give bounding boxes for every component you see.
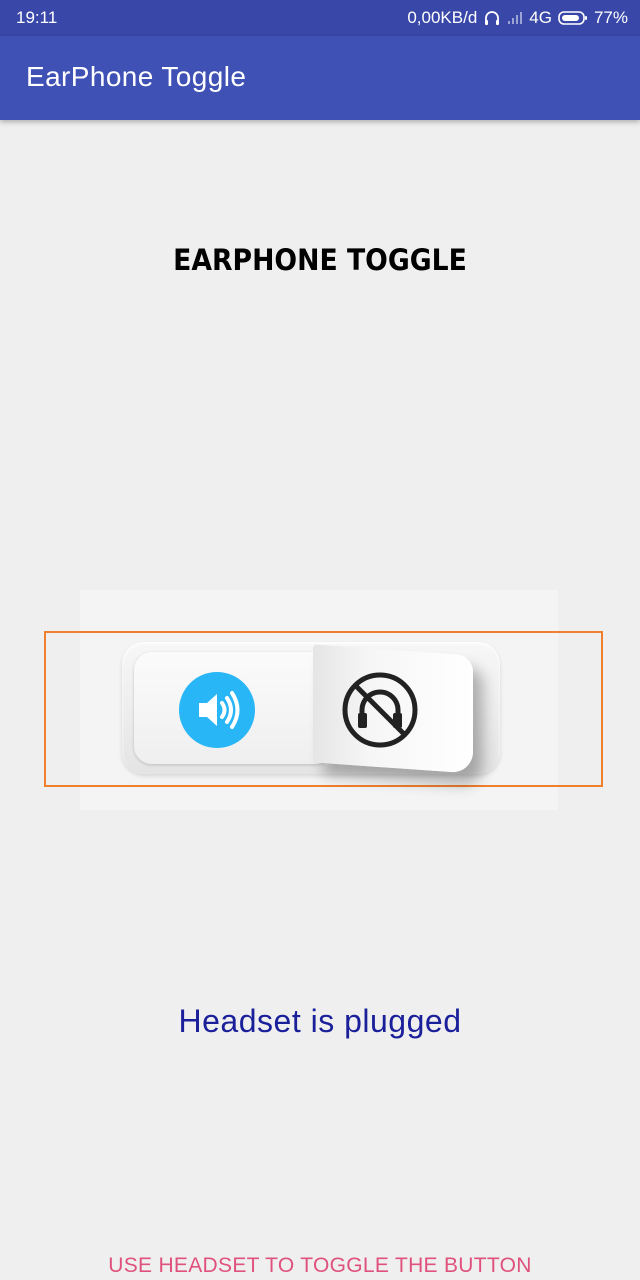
headset-status-text: Headset is plugged — [178, 1003, 462, 1039]
network-speed: 0,00KB/d — [407, 8, 478, 27]
network-type: 4G — [529, 8, 552, 27]
status-right-group: 0,00KB/d 4G 77% — [407, 8, 628, 28]
no-headset-icon — [340, 670, 420, 750]
battery-percent: 77% — [593, 8, 628, 27]
speaker-icon — [177, 670, 257, 750]
page-heading: EARPHONE TOGGLE — [173, 243, 467, 277]
headset-icon — [483, 9, 501, 27]
battery-icon — [558, 10, 588, 26]
status-time: 19:11 — [16, 8, 58, 27]
hint-text: USE HEADSET TO TOGGLE THE BUTTON — [108, 1254, 532, 1277]
signal-icon — [507, 11, 523, 25]
app-title: EarPhone Toggle — [26, 61, 247, 92]
status-bar: 19:11 0,00KB/d 4G 77% — [0, 0, 640, 36]
app-bar: EarPhone Toggle — [0, 36, 640, 120]
